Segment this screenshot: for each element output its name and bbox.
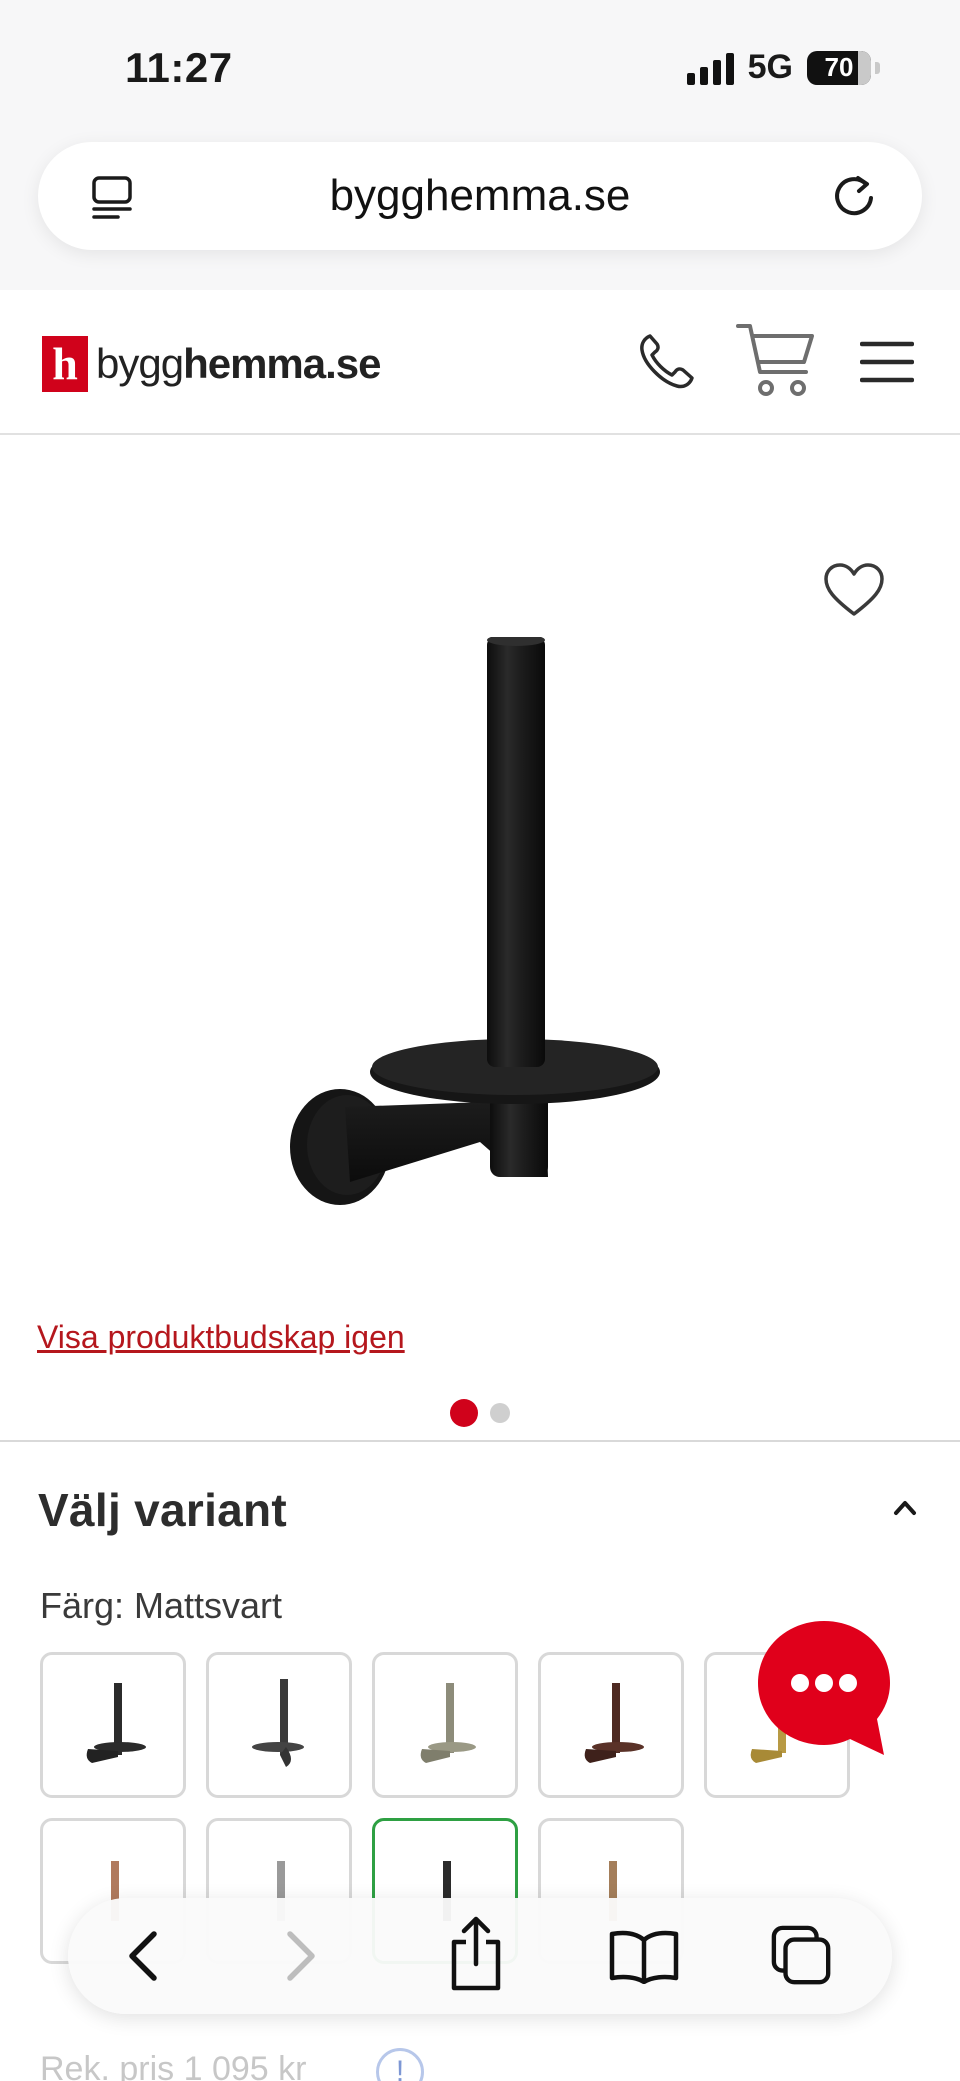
logo-mark: h: [42, 336, 88, 392]
share-icon: [451, 1916, 501, 1991]
back-button[interactable]: [112, 1924, 176, 1988]
color-swatch[interactable]: [372, 1652, 518, 1798]
product-gallery[interactable]: Visa produktbudskap igen: [0, 437, 960, 1442]
pagination-dot-active[interactable]: [450, 1399, 478, 1427]
share-button[interactable]: [446, 1914, 506, 1994]
chat-button[interactable]: [754, 1617, 894, 1767]
reload-icon[interactable]: [828, 170, 880, 222]
pagination-dot[interactable]: [490, 1403, 510, 1423]
variant-title: Välj variant: [38, 1484, 288, 1536]
battery-level: 70: [824, 52, 854, 82]
browser-toolbar: [68, 1898, 892, 2014]
book-icon: [609, 1930, 679, 1984]
cart-icon[interactable]: [734, 320, 818, 400]
chat-dot: [791, 1674, 809, 1692]
network-type: 5G: [747, 48, 793, 86]
color-swatch[interactable]: [206, 1652, 352, 1798]
chevron-left-icon: [129, 1931, 157, 1981]
swatch-thumbnail: [252, 1679, 304, 1767]
signal-icon: [686, 51, 734, 85]
reshow-product-message-link[interactable]: Visa produktbudskap igen: [37, 1319, 405, 1356]
tabs-icon: [771, 1925, 831, 1985]
chevron-right-icon: [287, 1931, 315, 1981]
color-label: Färg: Mattsvart: [40, 1585, 283, 1626]
chat-dot: [839, 1674, 857, 1692]
address-bar[interactable]: bygghemma.se: [38, 142, 922, 250]
chevron-up-icon[interactable]: [892, 1497, 918, 1517]
site-header: h bygghemma.se: [0, 290, 960, 435]
battery-icon: 70: [807, 50, 871, 85]
phone-icon[interactable]: [636, 330, 698, 392]
swatch-thumbnail: [420, 1683, 476, 1763]
reader-icon[interactable]: [88, 172, 138, 222]
color-swatch[interactable]: [40, 1652, 186, 1798]
status-indicators: 5G 70: [686, 48, 880, 87]
forward-button[interactable]: [268, 1924, 332, 1988]
battery-tip: [875, 61, 880, 74]
site-logo[interactable]: h bygghemma.se: [42, 336, 382, 392]
swatch-thumbnail: [584, 1683, 644, 1763]
bookmarks-button[interactable]: [604, 1924, 684, 1988]
gallery-pagination: [0, 1399, 960, 1427]
product-image: [290, 637, 660, 1205]
menu-icon[interactable]: [860, 340, 914, 384]
heart-icon[interactable]: [823, 562, 885, 618]
color-swatch[interactable]: [538, 1652, 684, 1798]
swatch-thumbnail: [86, 1683, 146, 1763]
recommended-price: Rek. pris 1 095 kr: [40, 2050, 307, 2081]
tabs-button[interactable]: [770, 1924, 834, 1988]
logo-text: bygghemma.se: [96, 340, 382, 387]
status-time: 11:27: [125, 44, 233, 91]
url-text[interactable]: bygghemma.se: [330, 171, 631, 221]
status-bar: 11:27 5G 70: [0, 0, 960, 135]
chat-dot: [815, 1674, 833, 1692]
